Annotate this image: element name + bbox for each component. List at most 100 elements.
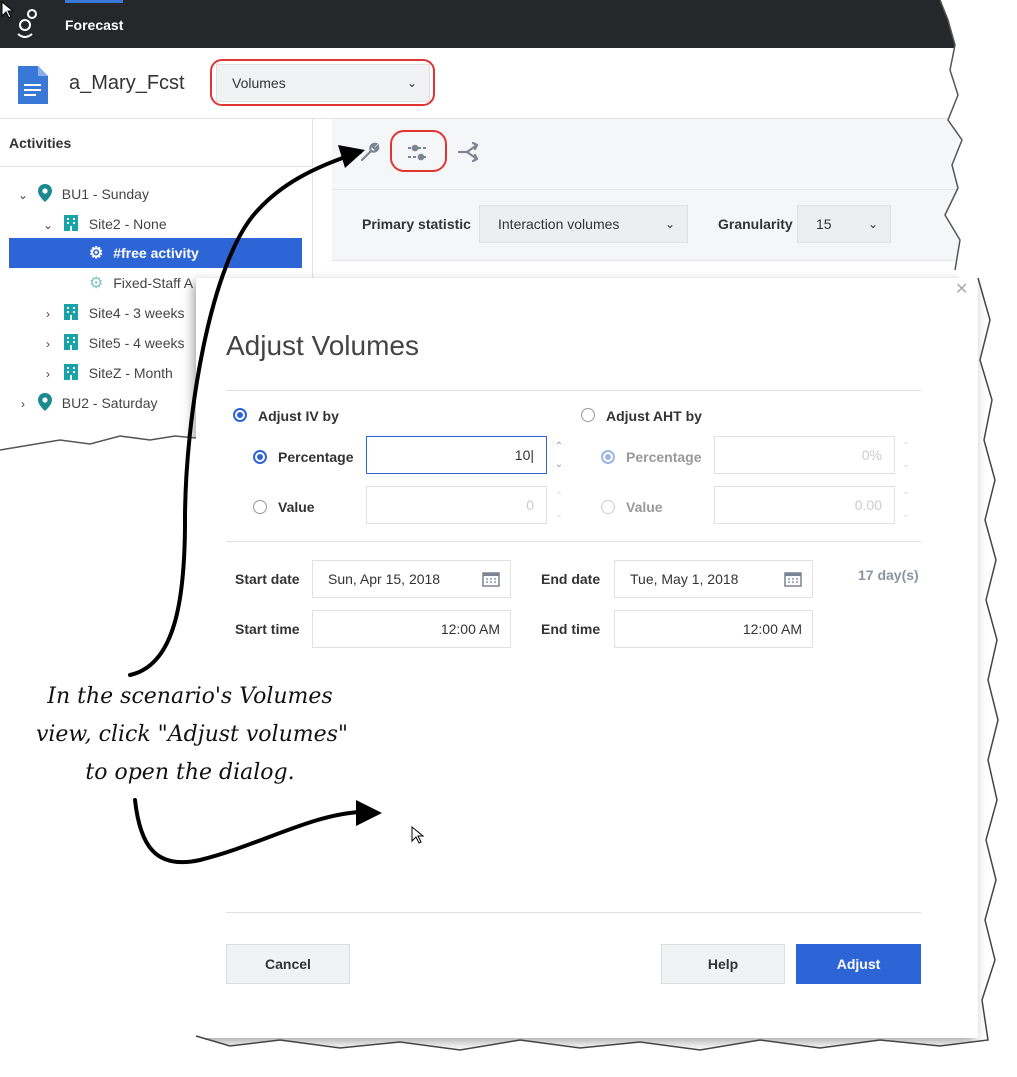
tab-forecast[interactable]: Forecast — [65, 0, 124, 48]
tree-item-site5[interactable]: › Site5 - 4 weeks — [41, 328, 185, 358]
primary-statistic-label: Primary statistic — [362, 216, 471, 232]
iv-value-radio[interactable] — [253, 500, 267, 514]
annotation-line-1: In the scenario's Volumes — [47, 684, 333, 709]
adjust-button[interactable]: Adjust — [796, 944, 921, 984]
spinner-down-icon[interactable]: ⌄ — [899, 458, 913, 472]
annotation-line-2: view, click "Adjust volumes" — [35, 722, 349, 747]
start-date-value: Sun, Apr 15, 2018 — [328, 571, 441, 587]
gear-icon: ⚙ — [89, 275, 104, 292]
tree-item-site4[interactable]: › Site4 - 3 weeks — [41, 298, 185, 328]
gear-icon: ⚙ — [89, 245, 104, 262]
activities-title: Activities — [9, 135, 72, 151]
aht-value-value: 0.00 — [854, 497, 882, 513]
iv-value-label: Value — [278, 499, 315, 515]
iv-value-input[interactable]: 0 — [366, 486, 547, 524]
spinner-down-icon[interactable]: ⌄ — [552, 508, 566, 522]
aht-percentage-label: Percentage — [626, 449, 702, 465]
help-button[interactable]: Help — [661, 944, 785, 984]
tree-item-label: Site2 - None — [88, 216, 167, 232]
chevron-down-icon: ⌄ — [867, 217, 878, 231]
end-date-value: Tue, May 1, 2018 — [630, 571, 739, 587]
end-date-label: End date — [541, 571, 601, 587]
spinner-up-icon[interactable]: ⌃ — [899, 490, 913, 504]
chevron-right-icon[interactable]: › — [16, 389, 30, 419]
building-icon — [63, 304, 78, 320]
iv-percentage-label: Percentage — [278, 449, 354, 465]
primary-statistic-select[interactable]: Interaction volumes ⌄ — [479, 205, 688, 243]
aht-value-label: Value — [626, 499, 663, 515]
aht-value-input[interactable]: 0.00 — [714, 486, 895, 524]
adjust-aht-label: Adjust AHT by — [606, 408, 702, 424]
wrench-icon[interactable] — [358, 140, 382, 164]
tree-item-sitez[interactable]: › SiteZ - Month — [41, 358, 173, 388]
tree-item-bu1[interactable]: ⌄ BU1 - Sunday — [16, 179, 149, 209]
building-icon — [63, 364, 78, 380]
calendar-icon[interactable] — [784, 571, 802, 587]
granularity-select[interactable]: 15 ⌄ — [797, 205, 891, 243]
mouse-pointer-icon — [1, 0, 14, 19]
tree-item-fixed-staff[interactable]: ⚙ Fixed-Staff A — [89, 268, 193, 298]
end-time-value: 12:00 AM — [742, 621, 802, 637]
start-date-field[interactable]: Sun, Apr 15, 2018 — [312, 560, 511, 598]
end-time-field[interactable]: 12:00 AM — [614, 610, 813, 648]
tree-item-label: BU1 - Sunday — [61, 186, 149, 202]
cancel-button[interactable]: Cancel — [226, 944, 350, 984]
start-time-label: Start time — [235, 621, 300, 637]
aht-percentage-radio[interactable] — [601, 450, 615, 464]
spinner-down-icon[interactable]: ⌄ — [552, 458, 566, 472]
tree-item-bu2[interactable]: › BU2 - Saturday — [16, 388, 158, 418]
spinner-up-icon[interactable]: ⌃ — [552, 440, 566, 454]
share-icon[interactable] — [456, 140, 480, 164]
primary-statistic-value: Interaction volumes — [498, 216, 620, 232]
day-count: 17 day(s) — [858, 567, 919, 583]
end-date-field[interactable]: Tue, May 1, 2018 — [614, 560, 813, 598]
divider — [226, 390, 921, 391]
spinner-up-icon[interactable]: ⌃ — [899, 440, 913, 454]
adjust-volumes-dialog — [196, 278, 978, 1038]
spinner-up-icon[interactable]: ⌃ — [552, 490, 566, 504]
highlight-ring-adjust-volumes — [390, 130, 447, 172]
document-icon — [18, 66, 48, 104]
tree-item-label: Site5 - 4 weeks — [88, 335, 185, 351]
location-pin-icon — [37, 184, 52, 202]
tree-item-label: Fixed-Staff A — [113, 275, 194, 291]
location-pin-icon — [37, 393, 52, 411]
tree-item-label: SiteZ - Month — [88, 365, 173, 381]
genesys-logo-icon — [17, 9, 37, 38]
start-time-field[interactable]: 12:00 AM — [312, 610, 511, 648]
tree-item-label: Site4 - 3 weeks — [88, 305, 185, 321]
adjust-iv-radio[interactable] — [233, 408, 247, 422]
tree-item-free-activity[interactable]: ⚙ #free activity — [9, 238, 302, 268]
chevron-right-icon[interactable]: › — [41, 329, 55, 359]
granularity-value: 15 — [816, 216, 832, 232]
iv-percentage-radio[interactable] — [253, 450, 267, 464]
aht-value-radio[interactable] — [601, 500, 615, 514]
aht-percentage-input[interactable]: 0% — [714, 436, 895, 474]
tree-item-site2[interactable]: ⌄ Site2 - None — [41, 209, 167, 239]
aht-percentage-value: 0% — [861, 447, 882, 463]
calendar-icon[interactable] — [482, 571, 500, 587]
close-icon[interactable]: ✕ — [955, 279, 968, 299]
annotation-line-3: to open the dialog. — [85, 760, 295, 785]
tree-item-label: #free activity — [113, 245, 199, 261]
chevron-right-icon[interactable]: › — [41, 299, 55, 329]
chevron-down-icon: ⌄ — [664, 217, 675, 231]
adjust-aht-radio[interactable] — [581, 408, 595, 422]
adjust-iv-label: Adjust IV by — [258, 408, 339, 424]
divider — [226, 541, 921, 542]
chevron-down-icon[interactable]: ⌄ — [41, 210, 55, 240]
top-bar: Forecast — [0, 0, 960, 48]
iv-percentage-input[interactable]: 10| — [366, 436, 547, 474]
chevron-down-icon[interactable]: ⌄ — [16, 180, 30, 210]
divider — [226, 912, 921, 913]
start-time-value: 12:00 AM — [440, 621, 500, 637]
spinner-down-icon[interactable]: ⌄ — [899, 508, 913, 522]
building-icon — [63, 334, 78, 350]
chevron-right-icon[interactable]: › — [41, 359, 55, 389]
start-date-label: Start date — [235, 571, 300, 587]
granularity-label: Granularity — [718, 216, 793, 232]
iv-percentage-value: 10 — [514, 447, 531, 463]
iv-value-value: 0 — [526, 497, 534, 513]
dialog-title: Adjust Volumes — [226, 330, 419, 361]
scenario-name: a_Mary_Fcst — [69, 72, 185, 94]
